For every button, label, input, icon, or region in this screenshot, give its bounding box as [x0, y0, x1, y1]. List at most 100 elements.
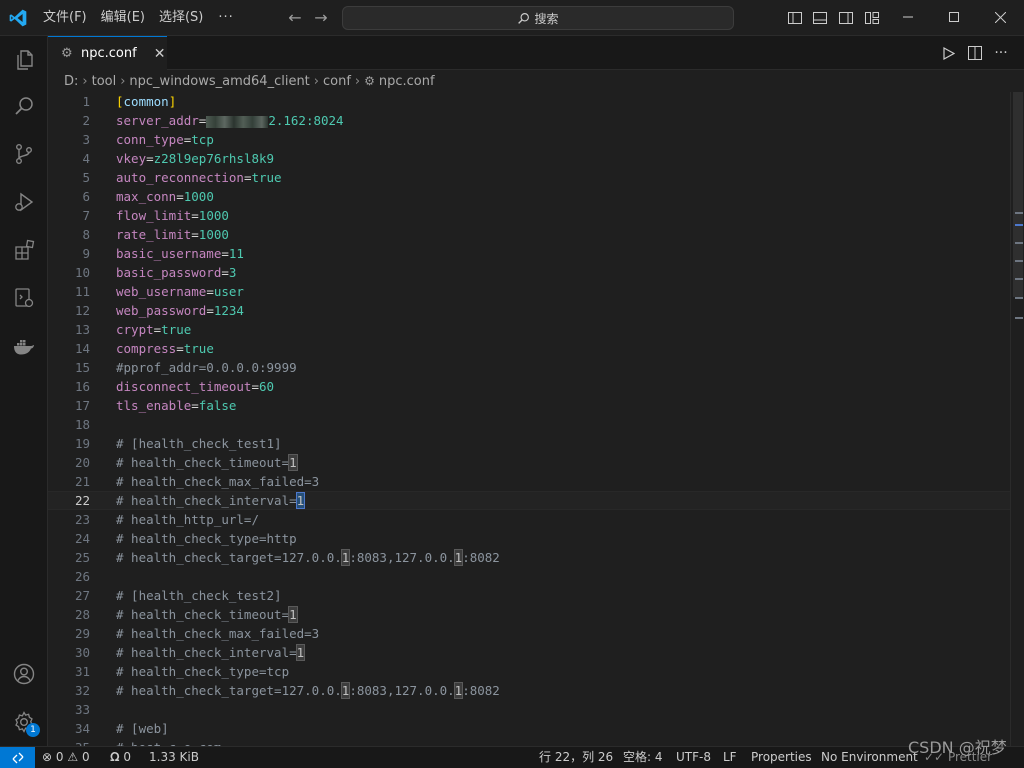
line-content: # [health_check_test2]: [116, 588, 282, 603]
cursor-position-status[interactable]: 行 22，列 26: [539, 747, 613, 768]
environment-status[interactable]: No Environment: [821, 747, 918, 768]
split-editor-button[interactable]: [966, 44, 984, 62]
breadcrumb-file[interactable]: npc.conf: [379, 74, 435, 89]
breadcrumb-folder[interactable]: conf: [323, 74, 351, 89]
code-line[interactable]: 12 web_password=1234: [48, 301, 1010, 320]
line-number: 7: [82, 208, 90, 223]
maximize-button[interactable]: [931, 0, 977, 34]
toggle-primary-sidebar-icon[interactable]: [787, 10, 803, 26]
code-line[interactable]: 8 rate_limit=1000: [48, 225, 1010, 244]
code-line[interactable]: 29 # health_check_max_failed=3: [48, 624, 1010, 643]
code-line[interactable]: 13 crypt=true: [48, 320, 1010, 339]
file-size-status[interactable]: 1.33 KiB: [149, 747, 199, 768]
scrollbar-thumb[interactable]: [1013, 92, 1023, 297]
code-editor[interactable]: 1 [common] 2 server_addr= 2.162:8024 3 conn_ty…: [48, 92, 1010, 746]
code-line[interactable]: 30 # health_check_interval=1: [48, 643, 1010, 662]
line-number: 27: [74, 588, 90, 603]
code-line[interactable]: 32 # health_check_target=127.0.0.1:8083,1…: [48, 681, 1010, 700]
breadcrumb-folder[interactable]: npc_windows_amd64_client: [129, 74, 309, 89]
explorer-button[interactable]: [0, 36, 48, 84]
code-line[interactable]: 7 flow_limit=1000: [48, 206, 1010, 225]
run-file-button[interactable]: [940, 44, 958, 62]
problems-status[interactable]: ⊗ 0 ⚠ 0: [42, 747, 90, 768]
code-line[interactable]: 2 server_addr= 2.162:8024: [48, 111, 1010, 130]
menu-more-button[interactable]: ···: [210, 0, 241, 36]
minimize-button[interactable]: [885, 0, 931, 34]
extensions-button[interactable]: [0, 226, 48, 274]
line-number: 14: [74, 341, 90, 356]
remote-explorer-button[interactable]: [0, 274, 48, 322]
language-mode-status[interactable]: Properties: [751, 747, 812, 768]
close-window-button[interactable]: [977, 0, 1023, 34]
breadcrumb-folder[interactable]: tool: [92, 74, 117, 89]
chevron-right-icon: ›: [354, 73, 361, 89]
warning-count: 0: [81, 750, 90, 764]
code-line[interactable]: 35 # host=c.o.com: [48, 738, 1010, 746]
line-content: # [web]: [116, 721, 169, 736]
code-line[interactable]: 4 vkey=z28l9ep76rhsl8k9: [48, 149, 1010, 168]
command-center-search[interactable]: 搜索: [342, 6, 734, 30]
close-tab-icon[interactable]: ✕: [154, 46, 166, 62]
code-line[interactable]: 9 basic_username=11: [48, 244, 1010, 263]
menu-file[interactable]: 文件(F): [36, 0, 94, 36]
editor-scrollbar[interactable]: [1010, 92, 1024, 746]
manage-settings-button[interactable]: [0, 698, 48, 746]
line-number: 33: [74, 702, 90, 717]
source-control-icon: [15, 144, 32, 165]
code-line[interactable]: 14 compress=true: [48, 339, 1010, 358]
code-line[interactable]: 17 tls_enable=false: [48, 396, 1010, 415]
toggle-panel-icon[interactable]: [812, 10, 828, 26]
code-line[interactable]: 3 conn_type=tcp: [48, 130, 1010, 149]
menu-selection[interactable]: 选择(S): [152, 0, 210, 36]
code-line[interactable]: 24 # health_check_type=http: [48, 529, 1010, 548]
code-line[interactable]: 1 [common]: [48, 92, 1010, 111]
code-line[interactable]: 28 # health_check_timeout=1: [48, 605, 1010, 624]
customize-layout-icon[interactable]: [864, 10, 880, 26]
line-number: 26: [74, 569, 90, 584]
code-line[interactable]: 31 # health_check_type=tcp: [48, 662, 1010, 681]
code-line[interactable]: 18: [48, 415, 1010, 434]
menu-edit[interactable]: 编辑(E): [94, 0, 152, 36]
code-line[interactable]: 22 # health_check_interval=1: [48, 491, 1010, 510]
code-line[interactable]: 15 #pprof_addr=0.0.0.0:9999: [48, 358, 1010, 377]
breadcrumb-drive[interactable]: D:: [64, 74, 78, 89]
code-line[interactable]: 10 basic_password=3: [48, 263, 1010, 282]
search-view-button[interactable]: [0, 82, 48, 130]
accounts-button[interactable]: [0, 650, 48, 698]
code-line[interactable]: 33: [48, 700, 1010, 719]
indentation-status[interactable]: 空格: 4: [623, 747, 663, 768]
code-line[interactable]: 23 # health_http_url=/: [48, 510, 1010, 529]
search-placeholder: 搜索: [534, 11, 559, 26]
warning-icon: ⚠: [67, 750, 79, 764]
code-line[interactable]: 25 # health_check_target=127.0.0.1:8083,1…: [48, 548, 1010, 567]
code-line[interactable]: 26: [48, 567, 1010, 586]
code-line[interactable]: 6 max_conn=1000: [48, 187, 1010, 206]
minimize-icon: [903, 16, 913, 18]
code-line[interactable]: 21 # health_check_max_failed=3: [48, 472, 1010, 491]
ports-status[interactable]: 𝛀 0: [110, 747, 131, 768]
eol-status[interactable]: LF: [723, 747, 737, 768]
code-line[interactable]: 11 web_username=user: [48, 282, 1010, 301]
remote-indicator-button[interactable]: [0, 747, 35, 768]
line-content: tls_enable=false: [116, 398, 237, 413]
line-content: max_conn=1000: [116, 189, 214, 204]
line-number: 2: [82, 113, 90, 128]
more-actions-button[interactable]: ···: [992, 44, 1010, 62]
forward-arrow-icon[interactable]: →: [312, 9, 330, 27]
code-line[interactable]: 16 disconnect_timeout=60: [48, 377, 1010, 396]
run-debug-button[interactable]: [0, 178, 48, 226]
back-arrow-icon[interactable]: ←: [286, 9, 304, 27]
code-line[interactable]: 27 # [health_check_test2]: [48, 586, 1010, 605]
source-control-button[interactable]: [0, 130, 48, 178]
code-line[interactable]: 5 auto_reconnection=true: [48, 168, 1010, 187]
line-number: 3: [82, 132, 90, 147]
encoding-status[interactable]: UTF-8: [676, 747, 711, 768]
docker-button[interactable]: [0, 322, 48, 370]
toggle-secondary-sidebar-icon[interactable]: [838, 10, 854, 26]
code-line[interactable]: 20 # health_check_timeout=1: [48, 453, 1010, 472]
code-line[interactable]: 19 # [health_check_test1]: [48, 434, 1010, 453]
line-content: # health_check_target=127.0.0.1:8083,127…: [116, 682, 500, 699]
code-line[interactable]: 34 # [web]: [48, 719, 1010, 738]
line-number: 22: [74, 493, 90, 508]
tab-npc-conf[interactable]: ⚙ npc.conf ✕: [48, 36, 167, 70]
